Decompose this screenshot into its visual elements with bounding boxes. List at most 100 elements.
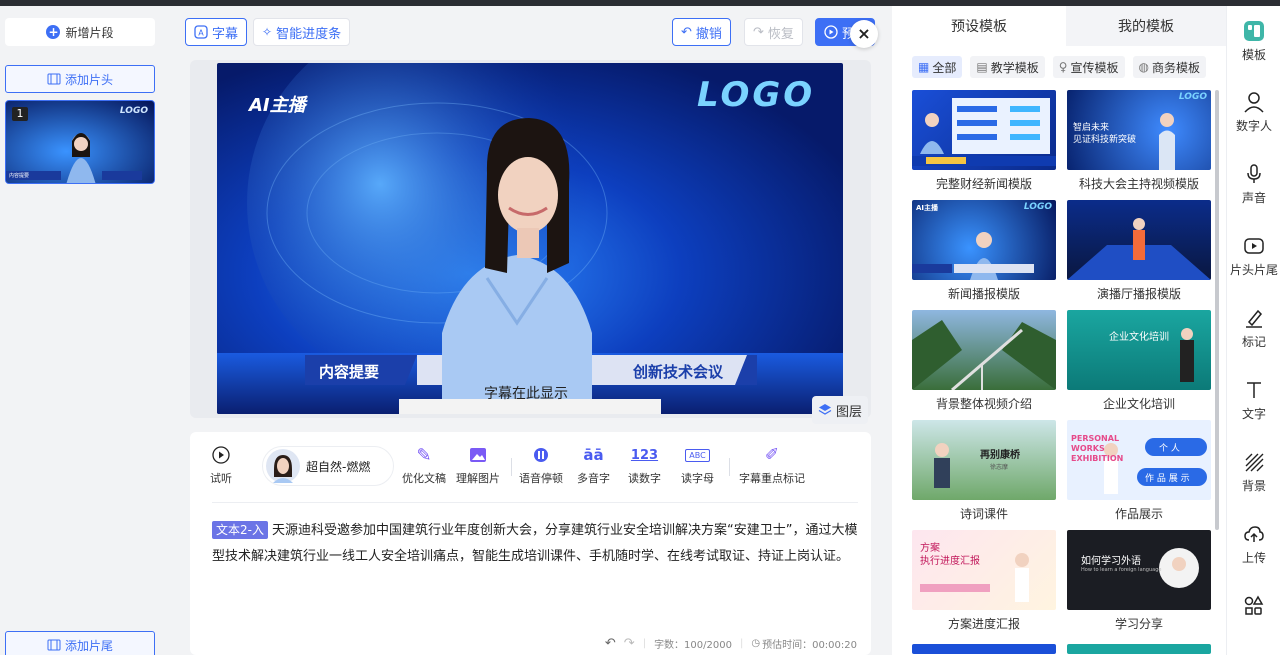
video-play-icon [1244, 238, 1264, 254]
optimize-script-button[interactable]: ✎ 优化文稿 [402, 444, 446, 486]
grid-icon: ▦ [918, 60, 930, 74]
template-thumbnail: 再别康桥 徐志摩 [912, 420, 1056, 500]
undo-label: 撤销 [695, 26, 722, 42]
template-filter: ▦ 全部 ▤ 教学模板 ♀ 宣传模板 ◍ 商务模板 [912, 56, 1207, 78]
template-card[interactable]: 方案 执行进度汇报 方案进度汇报 [912, 530, 1056, 632]
film-icon [47, 639, 61, 651]
new-segment-label: 新增片段 [65, 25, 114, 40]
pen-icon [1246, 309, 1263, 328]
template-thumbnail: 智启未来 见证科技新突破 LOGO [1067, 90, 1211, 170]
text-segment-tag[interactable]: 文本2-入 [212, 521, 268, 539]
redo-label: 恢复 [767, 26, 794, 42]
polyphone-label: 多音字 [577, 472, 610, 485]
rail-item-intro-outro[interactable]: 片头片尾 [1227, 235, 1280, 278]
template-name: 演播厅播报模版 [1096, 287, 1181, 301]
new-segment-button[interactable]: + 新增片段 [5, 18, 155, 46]
layers-button[interactable]: 图层 [812, 396, 868, 424]
segment-panel: + 新增片段 添加片头 1 LOGO 内容提要 添加片尾 [0, 6, 162, 655]
rail-label: 片头片尾 [1229, 263, 1278, 277]
thumb-logo: LOGO [119, 106, 148, 116]
add-head-button[interactable]: 添加片头 [5, 65, 155, 93]
undo-icon[interactable]: ↶ [605, 636, 616, 651]
template-name: 学习分享 [1114, 617, 1163, 631]
redo-icon[interactable]: ↷ [624, 636, 635, 651]
template-thumbnail: PERSONAL WORKS EXHIBITION 个 人 作 品 展 示 [1067, 420, 1211, 500]
filter-promo-label: 宣传模板 [1070, 60, 1119, 75]
rail-item-mark[interactable]: 标记 [1227, 307, 1280, 350]
script-text-area[interactable]: 文本2-入 天源迪科受邀参加中国建筑行业年度创新大会，分享建筑行业安全培训解决方案… [212, 518, 858, 570]
book-icon: ▤ [976, 60, 988, 74]
rail-item-text[interactable]: 文字 [1227, 379, 1280, 422]
add-head-label: 添加片头 [64, 72, 113, 87]
voice-pause-button[interactable]: 语音停顿 [519, 444, 563, 486]
template-tabs: 预设模板 我的模板 [892, 6, 1226, 46]
template-card[interactable]: 智启未来 见证科技新突破 LOGO 科技大会主持视频模版 [1067, 90, 1211, 192]
svg-text:A: A [198, 29, 204, 38]
read-number-button[interactable]: 123 读数字 [628, 444, 661, 486]
microphone-icon [1247, 164, 1261, 183]
rail-item-background[interactable]: 背景 [1227, 451, 1280, 494]
rail-label: 声音 [1241, 191, 1266, 205]
redo-button[interactable]: ↷ 恢复 [744, 18, 803, 46]
template-card[interactable]: 背景整体视频介绍 [912, 310, 1056, 412]
template-card[interactable]: 演播厅播报模版 [1067, 200, 1211, 302]
subtitle-button[interactable]: A 字幕 [185, 18, 248, 46]
listen-button[interactable]: 试听 [210, 444, 232, 486]
template-card[interactable]: 如何学习外语 How to learn a foreign language 学… [1067, 530, 1211, 632]
read-letter-button[interactable]: ABC 读字母 [681, 444, 714, 486]
rail-item-avatar[interactable]: 数字人 [1227, 91, 1280, 134]
template-overlay-text: 方案 执行进度汇报 [920, 543, 980, 567]
smart-progress-button[interactable]: ✧ 智能进度条 [253, 18, 351, 46]
template-overlay-subtext: 个 人 [1159, 444, 1180, 454]
rail-item-more[interactable] [1227, 595, 1280, 617]
rail-label: 数字人 [1235, 119, 1272, 133]
template-thumbnail: 企业文化培训 [1067, 310, 1211, 390]
filter-teaching[interactable]: ▤ 教学模板 [970, 56, 1045, 78]
template-card[interactable]: AI主播 LOGO 新闻播报模版 [912, 200, 1056, 302]
stage-logo: LOGO [697, 75, 816, 115]
undo-button[interactable]: ↶ 撤销 [672, 18, 731, 46]
template-card[interactable]: 再别康桥 徐志摩 诗词课件 [912, 420, 1056, 522]
template-card[interactable] [1067, 644, 1211, 654]
subtitle-overlay[interactable]: 字幕在此显示 [484, 383, 568, 403]
tool-rail: 模板 数字人 声音 片头片尾 标记 文字 背景 上传 [1226, 6, 1280, 655]
template-card[interactable] [912, 644, 1056, 654]
play-icon [212, 446, 230, 464]
template-thumbnail: 方案 执行进度汇报 [912, 530, 1056, 610]
video-stage[interactable]: AI主播 LOGO 内容提要 创新技术会议 字幕在此显示 [217, 63, 843, 414]
understand-image-button[interactable]: 理解图片 [456, 444, 500, 486]
polyphone-button[interactable]: āā 多音字 [577, 444, 610, 486]
rail-item-voice[interactable]: 声音 [1227, 163, 1280, 206]
subtitle-icon: A [194, 25, 208, 39]
template-name: 方案进度汇报 [947, 617, 1020, 631]
rail-item-upload[interactable]: 上传 [1227, 523, 1280, 566]
highlight-mark-button[interactable]: ✐ 字幕重点标记 [739, 444, 805, 486]
rail-label: 上传 [1241, 551, 1266, 565]
close-icon[interactable]: × [850, 20, 878, 48]
segment-thumbnail[interactable]: 1 LOGO 内容提要 [5, 100, 155, 184]
letter-icon: ABC [685, 448, 710, 462]
template-card[interactable]: 完整财经新闻模版 [912, 90, 1056, 192]
tab-preset-templates[interactable]: 预设模板 [892, 6, 1066, 46]
tab-my-templates[interactable]: 我的模板 [1066, 6, 1226, 46]
template-card[interactable]: PERSONAL WORKS EXHIBITION 个 人 作 品 展 示 作品… [1067, 420, 1211, 522]
add-tail-button[interactable]: 添加片尾 [5, 631, 155, 655]
optimize-label: 优化文稿 [402, 472, 446, 485]
template-overlay-text: 企业文化培训 [1109, 332, 1169, 343]
template-scrollbar[interactable] [1215, 90, 1219, 530]
subtitle-label: 字幕 [212, 26, 239, 42]
clock-icon: ◷ [751, 638, 761, 649]
char-count: 字数：100/2000 [654, 640, 732, 651]
filter-promo[interactable]: ♀ 宣传模板 [1052, 56, 1125, 78]
filter-business[interactable]: ◍ 商务模板 [1132, 56, 1207, 78]
add-tail-label: 添加片尾 [64, 638, 113, 653]
filter-all[interactable]: ▦ 全部 [912, 56, 963, 78]
template-panel: 预设模板 我的模板 ▦ 全部 ▤ 教学模板 ♀ 宣传模板 ◍ 商务模板 完整财经新闻模版… [892, 6, 1226, 655]
rail-item-template[interactable]: 模板 [1227, 20, 1280, 63]
template-overlay-subtext: 徐志摩 [990, 464, 1009, 471]
voice-selector[interactable]: 超自然-燃燃 [262, 446, 394, 486]
plus-icon: + [46, 25, 61, 39]
template-card[interactable]: 企业文化培训 企业文化培训 [1067, 310, 1211, 412]
smart-progress-label: 智能进度条 [276, 26, 342, 42]
banner-right-text: 创新技术会议 [633, 363, 724, 381]
